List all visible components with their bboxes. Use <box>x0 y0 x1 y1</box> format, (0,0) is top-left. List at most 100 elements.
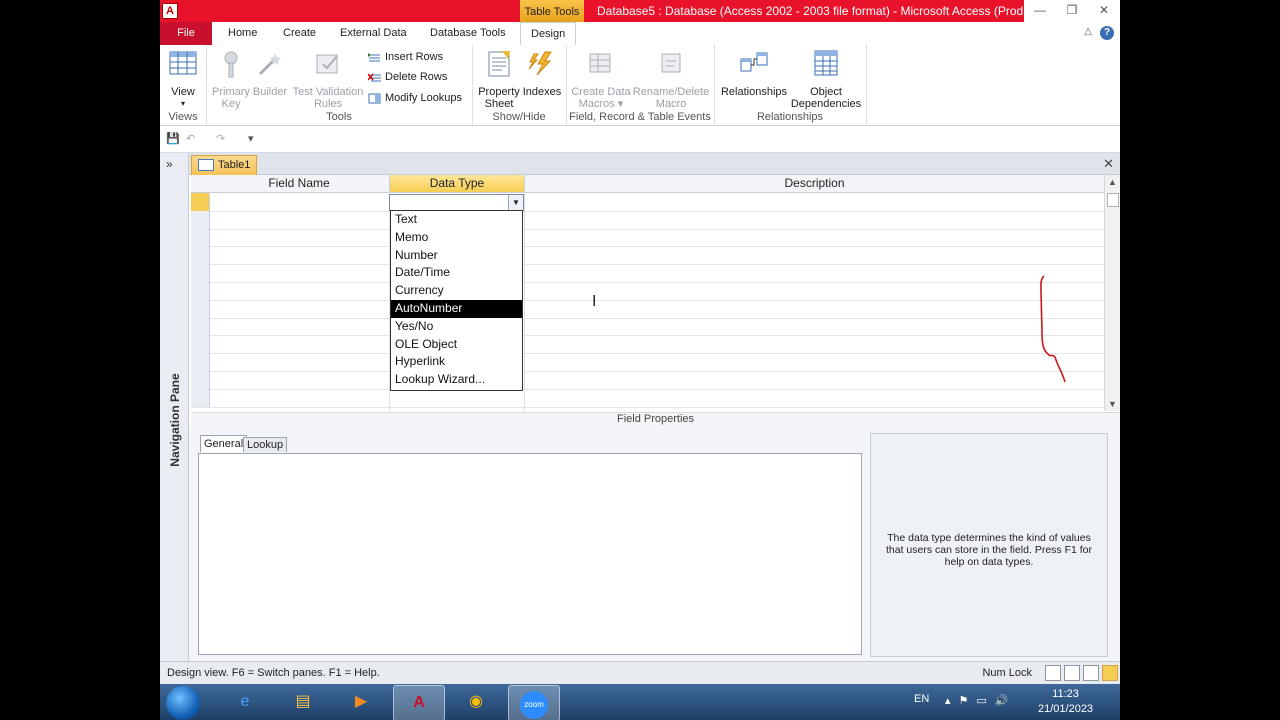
rename-delete-macro-button[interactable]: Rename/Delete Macro <box>632 49 710 110</box>
design-view-icon[interactable] <box>1102 665 1118 681</box>
navigation-pane[interactable]: » Navigation Pane <box>160 153 189 661</box>
dropdown-item[interactable]: Yes/No <box>391 318 522 336</box>
dropdown-item[interactable]: Hyperlink <box>391 353 522 371</box>
redo-icon[interactable]: ↷ <box>216 132 225 145</box>
dropdown-arrow-icon[interactable]: ▼ <box>508 195 523 210</box>
dropdown-item[interactable]: OLE Object <box>391 336 522 354</box>
row-selector[interactable] <box>191 282 210 300</box>
dropdown-item[interactable]: Memo <box>391 229 522 247</box>
table-design-grid[interactable]: Field Name Data Type Description <box>191 175 1104 411</box>
view-button[interactable]: View ▾ <box>166 49 200 110</box>
media-player-icon[interactable]: ▶ <box>336 685 386 719</box>
table-row[interactable] <box>191 282 1104 301</box>
system-tray-icons[interactable]: ▴⚑▭🔊 <box>945 694 1016 707</box>
tab-home[interactable]: Home <box>228 22 257 45</box>
navigation-pane-label[interactable]: Navigation Pane <box>168 365 182 475</box>
row-selector[interactable] <box>191 335 210 354</box>
internet-explorer-icon[interactable]: e <box>220 685 270 719</box>
table-row[interactable] <box>191 299 1104 319</box>
tab-file[interactable]: File <box>160 22 212 45</box>
row-selector[interactable] <box>191 371 210 389</box>
primary-key-button[interactable]: Primary Key <box>212 49 250 110</box>
table-row[interactable] <box>191 210 1104 230</box>
row-selector[interactable] <box>191 210 210 229</box>
access-app-icon[interactable]: A <box>162 3 178 19</box>
object-dependencies-button[interactable]: Object Dependencies <box>790 49 862 110</box>
row-selector[interactable] <box>191 228 210 247</box>
tab-database-tools[interactable]: Database Tools <box>430 22 506 45</box>
relationships-button[interactable]: Relationships <box>718 49 790 98</box>
close-document-icon[interactable]: ✕ <box>1103 156 1114 172</box>
table-row[interactable] <box>191 353 1104 372</box>
dropdown-item[interactable]: Number <box>391 247 522 265</box>
tab-create[interactable]: Create <box>283 22 316 45</box>
group-tools: Primary Key Builder Test Validation Rule… <box>206 45 473 125</box>
test-validation-rules-button[interactable]: Test Validation Rules <box>290 49 366 110</box>
builder-button[interactable]: Builder <box>252 49 288 98</box>
primary-key-label: Primary Key <box>212 86 250 110</box>
dropdown-item[interactable]: Lookup Wizard... <box>391 371 522 389</box>
indexes-button[interactable]: Indexes <box>522 49 562 98</box>
view-dropdown-icon: ▾ <box>180 99 185 108</box>
row-selector[interactable] <box>191 388 210 407</box>
datasheet-view-icon[interactable] <box>1045 665 1061 681</box>
file-explorer-icon[interactable]: ▤ <box>278 685 328 719</box>
delete-rows-button[interactable]: Delete Rows <box>368 71 447 83</box>
data-type-combo[interactable]: ▼ <box>389 194 524 211</box>
pivotchart-view-icon[interactable] <box>1083 665 1099 681</box>
row-selector[interactable] <box>191 264 210 282</box>
access-taskbar-icon[interactable]: A <box>393 685 445 720</box>
modify-lookups-button[interactable]: Modify Lookups <box>368 92 462 104</box>
scroll-thumb[interactable] <box>1107 193 1119 207</box>
insert-rows-button[interactable]: Insert Rows <box>368 51 443 63</box>
table-row[interactable] <box>191 335 1104 355</box>
save-icon[interactable]: 💾 <box>166 132 180 145</box>
row-selector[interactable] <box>191 353 210 371</box>
tab-design[interactable]: Design <box>520 22 577 47</box>
minimize-button[interactable]: — <box>1024 0 1056 22</box>
zoom-icon[interactable]: zoom <box>508 685 560 720</box>
row-selector[interactable] <box>191 246 210 265</box>
document-tab-label: Table1 <box>218 159 251 171</box>
table-row[interactable] <box>191 228 1104 248</box>
table-row[interactable] <box>191 264 1104 283</box>
clock[interactable]: 11:23 21/01/2023 <box>1038 687 1093 717</box>
row-selector[interactable] <box>191 299 210 318</box>
dropdown-item[interactable]: Text <box>391 211 522 229</box>
table-row[interactable] <box>191 371 1104 390</box>
customize-qat-icon[interactable]: ▾ <box>248 132 254 145</box>
minimize-ribbon-icon[interactable]: △ <box>1084 26 1092 40</box>
undo-icon[interactable]: ↶ <box>186 132 195 145</box>
tab-lookup[interactable]: Lookup <box>243 437 288 452</box>
general-properties-panel[interactable] <box>198 453 862 655</box>
tab-external-data[interactable]: External Data <box>340 22 407 45</box>
close-button[interactable]: ✕ <box>1088 0 1120 22</box>
pivottable-view-icon[interactable] <box>1064 665 1080 681</box>
language-indicator[interactable]: EN <box>914 693 929 705</box>
dropdown-item[interactable]: Date/Time <box>391 264 522 282</box>
document-tab-table1[interactable]: Table1 <box>191 155 257 175</box>
expand-nav-pane-icon[interactable]: » <box>166 157 173 171</box>
object-dependencies-icon <box>814 50 838 76</box>
data-type-dropdown[interactable]: Text Memo Number Date/Time Currency AutoNumbe… <box>390 210 523 391</box>
dropdown-item[interactable]: Currency <box>391 282 522 300</box>
table-row[interactable] <box>191 388 1104 408</box>
start-button-icon[interactable] <box>166 686 200 720</box>
table-row[interactable] <box>191 246 1104 266</box>
restore-button[interactable]: ❐ <box>1056 0 1088 22</box>
scroll-down-icon[interactable]: ▼ <box>1108 399 1117 409</box>
field-name-header: Field Name <box>209 175 390 193</box>
help-icon[interactable]: ? <box>1100 26 1114 40</box>
dropdown-item[interactable]: AutoNumber <box>391 299 522 318</box>
tab-general[interactable]: General <box>200 435 248 452</box>
scroll-up-icon[interactable]: ▲ <box>1108 177 1117 187</box>
ribbon: View ▾ Views Primary Key Builder Test Va… <box>160 45 1120 126</box>
row-selector[interactable] <box>191 317 210 336</box>
create-data-macros-button[interactable]: Create Data Macros ▾ <box>570 49 632 110</box>
row-selector[interactable] <box>191 193 210 211</box>
property-sheet-button[interactable]: Property Sheet <box>476 49 522 110</box>
grid-vertical-scrollbar[interactable]: ▲ ▼ <box>1104 175 1120 411</box>
table-row[interactable] <box>191 193 1104 212</box>
table-row[interactable] <box>191 317 1104 337</box>
chrome-icon[interactable]: ◉ <box>451 685 501 719</box>
